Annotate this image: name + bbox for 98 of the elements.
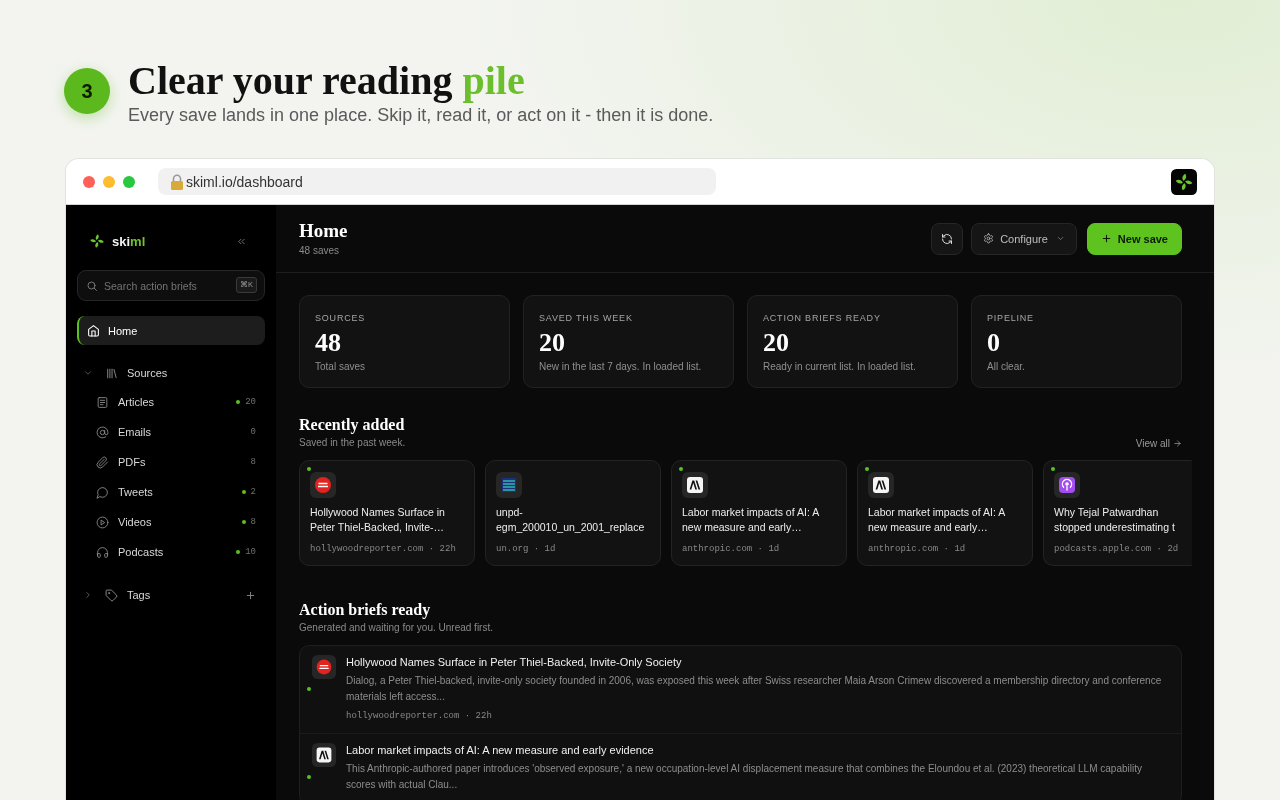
brief-meta: hollywoodreporter.com · 22h <box>346 710 493 722</box>
page-subtitle: 48 saves <box>299 243 341 258</box>
stat-value: 20 <box>539 329 566 357</box>
source-count: 20 <box>245 397 256 407</box>
stat-value: 48 <box>315 329 342 357</box>
speech-bubble-icon <box>96 485 109 499</box>
save-card[interactable]: unpd-egm_200010_un_2001_replace un.org · 1d <box>485 460 661 566</box>
step-badge: 3 <box>64 68 110 114</box>
source-nav-item[interactable]: Tweets 2 <box>77 477 265 507</box>
refresh-button[interactable] <box>931 222 964 255</box>
source-count: 2 <box>250 487 256 497</box>
source-count: 0 <box>250 427 256 437</box>
brief-summary: This Anthropic-authored paper introduces 'observed exposure,' a new occupation-level AI displacement measure that combines the Eloundou et al. (2023) theoretical LLM capability scores with actual Clau... <box>346 762 1143 792</box>
paperclip-icon <box>96 455 109 469</box>
card-title: Why Tejal Patwardhan stopped underestimating t <box>1054 505 1176 535</box>
subtitle: Every save lands in one place. Skip it, read it, or act on it - then it is done. <box>128 105 714 126</box>
striped-square-logo-icon <box>496 472 522 498</box>
tag-icon <box>105 588 118 602</box>
at-sign-icon <box>96 425 109 439</box>
source-count: 8 <box>250 457 256 467</box>
brand-accent: ml <box>130 233 146 249</box>
brief-title: Labor market impacts of AI: A new measure and early evidence <box>346 743 655 758</box>
refresh-icon <box>941 232 954 245</box>
configure-button[interactable]: Configure <box>971 222 1077 255</box>
source-nav-item[interactable]: Podcasts 10 <box>77 537 265 567</box>
search-icon <box>86 280 98 292</box>
stat-value: 0 <box>987 329 1001 357</box>
brand-name: ski <box>112 233 131 249</box>
stat-caption: New in the last 7 days. In loaded list. <box>539 360 703 373</box>
card-title: unpd-egm_200010_un_2001_replace <box>496 505 646 535</box>
address-bar[interactable]: skiml.io/dashboard <box>158 168 716 195</box>
source-nav-item[interactable]: PDFs 8 <box>77 447 265 477</box>
four-leaf-logo-icon <box>89 233 105 249</box>
document-icon <box>96 395 109 409</box>
source-label: PDFs <box>118 456 146 468</box>
stat-label: SAVED THIS WEEK <box>539 312 634 324</box>
section-subtitle: Saved in the past week. <box>299 436 406 450</box>
view-all-link[interactable]: View all <box>1135 437 1182 449</box>
stat-caption: Total saves <box>315 360 367 373</box>
save-card[interactable]: Why Tejal Patwardhan stopped underestimating t podcasts.apple.com · 2d <box>1043 460 1192 566</box>
four-leaf-logo-icon <box>1171 168 1197 195</box>
card-meta: un.org · 1d <box>496 543 557 555</box>
stat-caption: Ready in current list. In loaded list. <box>763 360 917 373</box>
peak-slash-logo-icon <box>312 743 336 767</box>
padlock-icon <box>170 173 184 190</box>
peak-slash-logo-icon <box>868 472 894 498</box>
source-label: Tweets <box>118 486 153 498</box>
card-meta: podcasts.apple.com · 2d <box>1054 543 1180 555</box>
source-label: Videos <box>118 516 152 528</box>
chevron-down-icon <box>1055 234 1065 243</box>
card-meta: anthropic.com · 1d <box>682 543 781 555</box>
source-count: 10 <box>245 547 256 557</box>
section-title: Recently added <box>299 415 406 435</box>
source-nav-item[interactable]: Videos 8 <box>77 507 265 537</box>
section-subtitle: Generated and waiting for you. Unread first. <box>299 621 493 635</box>
plus-icon[interactable] <box>245 589 256 601</box>
card-title: Labor market impacts of AI: A new measure and early… <box>682 505 820 535</box>
source-label: Emails <box>118 426 151 438</box>
source-nav-item[interactable]: Emails 0 <box>77 417 265 447</box>
home-nav-item[interactable]: Home <box>77 316 265 345</box>
settings-icon <box>983 233 995 244</box>
brief-summary: Dialog, a Peter Thiel-backed, invite-only society founded in 2006, was exposed this week after Swiss researcher Maia Arson Crimew discovered a membership directory and conference materials left access... <box>346 674 1163 704</box>
window-close-button[interactable] <box>83 175 95 188</box>
source-label: Podcasts <box>118 546 164 558</box>
headphones-icon <box>96 545 109 559</box>
peak-slash-logo-icon <box>682 472 708 498</box>
stat-label: ACTION BRIEFS READY <box>763 312 882 324</box>
disc-logo-icon <box>312 655 336 679</box>
window-zoom-button[interactable] <box>123 175 135 188</box>
card-meta: hollywoodreporter.com · 22h <box>310 543 457 555</box>
plus-icon <box>1100 233 1112 244</box>
page-title: Home <box>299 219 348 242</box>
play-circle-icon <box>96 515 109 529</box>
stat-label: SOURCES <box>315 312 367 324</box>
arrow-right-icon <box>1173 438 1182 448</box>
source-label: Articles <box>118 396 155 408</box>
save-card[interactable]: Labor market impacts of AI: A new measure and early… anthropic.com · 1d <box>857 460 1033 566</box>
headline: Clear your reading <box>128 58 453 103</box>
card-title: Labor market impacts of AI: A new measure and early… <box>868 505 1006 535</box>
card-meta: anthropic.com · 1d <box>868 543 967 555</box>
stat-caption: All clear. <box>987 360 1026 373</box>
save-card[interactable]: Hollywood Names Surface in Peter Thiel-Backed, Invite-… hollywoodreporter.com · 22h <box>299 460 475 566</box>
save-card[interactable]: Labor market impacts of AI: A new measure and early… anthropic.com · 1d <box>671 460 847 566</box>
source-nav-item[interactable]: Articles 20 <box>77 387 265 417</box>
home-icon <box>87 324 100 337</box>
section-title: Action briefs ready <box>299 600 432 620</box>
stat-label: PIPELINE <box>987 312 1035 324</box>
source-count: 8 <box>250 517 256 527</box>
card-title: Hollywood Names Surface in Peter Thiel-Backed, Invite-… <box>310 505 446 535</box>
headline-accent: pile <box>462 58 525 103</box>
podcast-icon <box>1054 472 1080 498</box>
nav-group[interactable]: Tags <box>77 581 265 609</box>
new-save-button[interactable]: New save <box>1086 222 1182 255</box>
library-icon <box>105 366 118 380</box>
stat-value: 20 <box>763 329 790 357</box>
nav-group[interactable]: Sources <box>77 359 265 387</box>
brief-title: Hollywood Names Surface in Peter Thiel-Backed, Invite-Only Society <box>346 655 683 670</box>
disc-logo-icon <box>310 472 336 498</box>
